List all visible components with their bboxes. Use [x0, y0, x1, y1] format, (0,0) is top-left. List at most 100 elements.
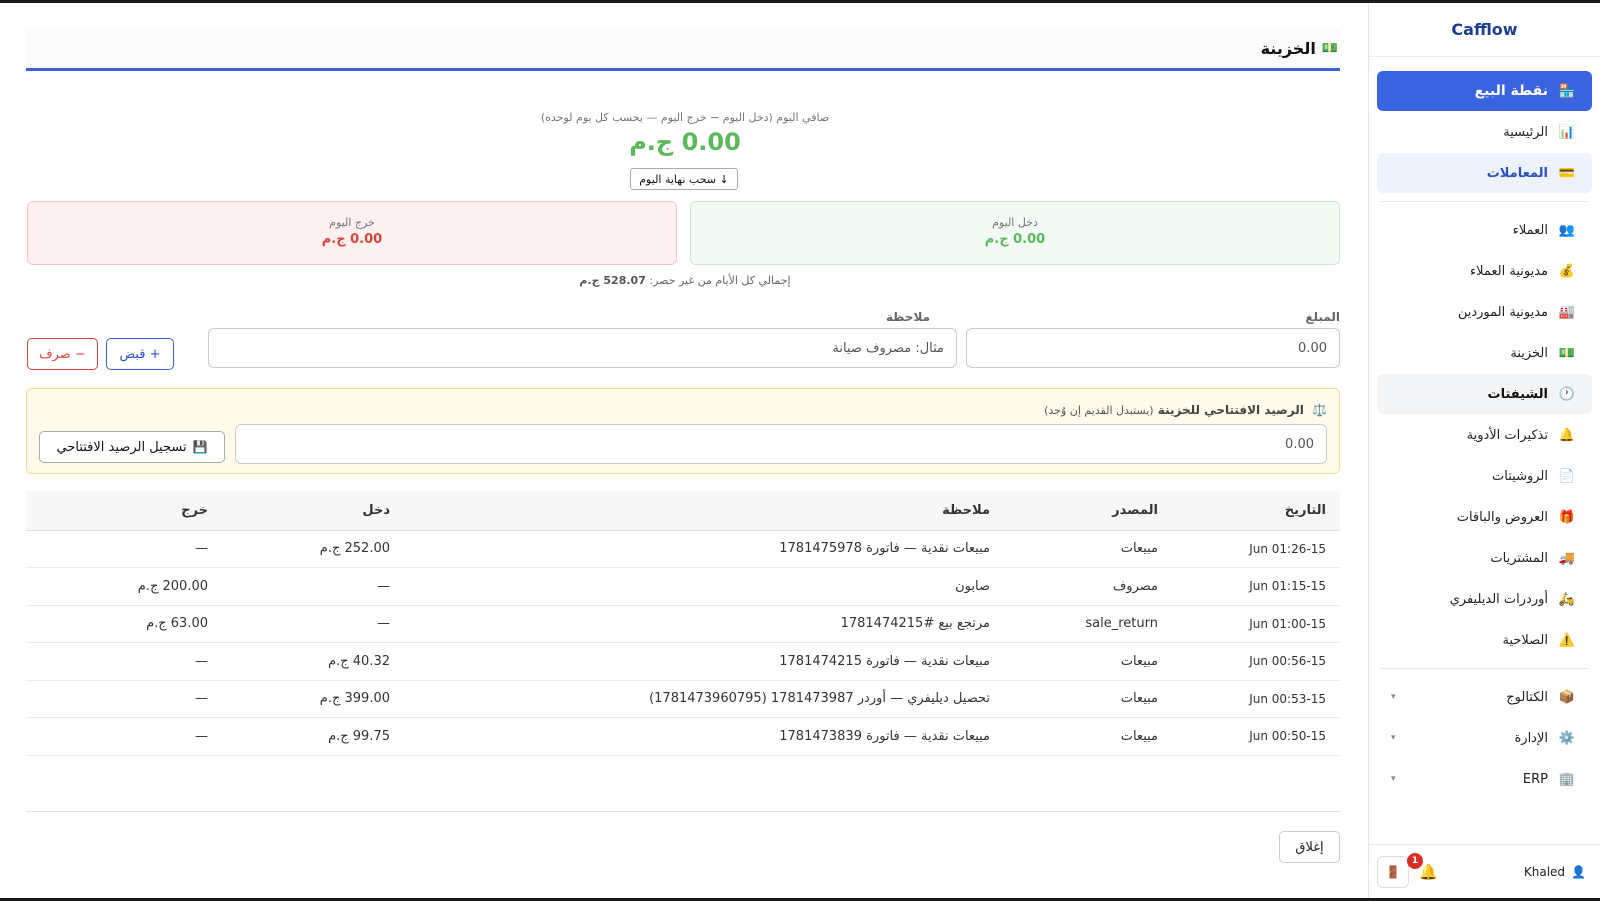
sidebar-item-label: مديونية الموردين: [1457, 304, 1548, 320]
sidebar-item-label: الصلاحية: [1502, 632, 1548, 648]
cell-date: 15-Jun 00:56: [1170, 642, 1340, 681]
clock-icon: 🕐: [1558, 386, 1576, 402]
sidebar-item-label: المشتريات: [1490, 550, 1548, 566]
sidebar-item-label: أوردرات الديليفري: [1449, 591, 1548, 607]
sidebar-group-catalog[interactable]: 📦 الكتالوج ▾: [1377, 677, 1592, 717]
sidebar-item-treasury[interactable]: 💵 الخزينة: [1377, 333, 1592, 373]
users-icon: 👥: [1558, 222, 1576, 238]
sidebar-group-erp[interactable]: 🏢 ERP ▾: [1377, 759, 1592, 799]
cell-note: مرتجع بيع #1781474215: [400, 605, 1000, 643]
column-header-expense[interactable]: خرج: [26, 491, 218, 531]
cell-expense: —: [26, 530, 218, 568]
net-today-label: صافي اليوم (دخل اليوم − خرج اليوم — يحسب…: [540, 111, 830, 124]
cell-income: 399.00 ج.م: [218, 680, 400, 718]
warning-icon: ⚠️: [1558, 632, 1576, 648]
sidebar-item-customers[interactable]: 👥 العملاء: [1377, 210, 1592, 250]
table-row[interactable]: 15-Jun 00:56 مبيعات مبيعات نقدية — فاتور…: [26, 642, 1340, 681]
note-input[interactable]: مثال: مصروف صيانة: [208, 328, 957, 368]
close-button[interactable]: إغلاق: [1279, 831, 1340, 863]
opening-balance-title: ⚖️ الرصيد الافتتاحي للخزينة (يستبدل القد…: [1044, 403, 1327, 417]
sidebar-group-admin[interactable]: ⚙️ الإدارة ▾: [1377, 718, 1592, 758]
gear-icon: ⚙️: [1558, 730, 1576, 746]
receive-button[interactable]: + قبض: [106, 338, 174, 370]
divider: [1381, 668, 1588, 669]
table-row[interactable]: 15-Jun 01:00 sale_return مرتجع بيع #1781…: [26, 605, 1340, 643]
column-header-source[interactable]: المصدر: [1000, 491, 1170, 531]
cell-expense: 63.00 ج.م: [26, 605, 218, 643]
save-opening-balance-button[interactable]: 💾 تسجيل الرصيد الافتتاحي: [39, 431, 225, 463]
treasury-panel: 💵 الخزينة صافي اليوم (دخل اليوم − خرج ال…: [0, 3, 1368, 898]
cell-note: مبيعات نقدية — فاتورة 1781474215: [400, 642, 1000, 681]
table-row[interactable]: 15-Jun 01:26 مبيعات مبيعات نقدية — فاتور…: [26, 530, 1340, 568]
sidebar-group-label: ERP: [1522, 771, 1548, 787]
cell-source: مبيعات: [1000, 680, 1170, 718]
sidebar-group-label: الإدارة: [1514, 730, 1548, 746]
sidebar-item-home[interactable]: 📊 الرئيسية: [1377, 112, 1592, 152]
gift-icon: 🎁: [1558, 509, 1576, 525]
table-row[interactable]: 15-Jun 01:15 مصروف صابون — 200.00 ج.م: [26, 567, 1340, 606]
app-window: Cafflow 🏪 نقطة البيع 📊 الرئيسية 💳 المعام…: [0, 3, 1600, 898]
sidebar-item-prescriptions[interactable]: 📄 الروشيتات: [1377, 456, 1592, 496]
amount-input[interactable]: 0.00: [966, 328, 1340, 368]
ledger-table: التاريخ المصدر ملاحظة دخل خرج 15-Jun 01:…: [26, 491, 1340, 756]
sidebar-item-expiry[interactable]: ⚠️ الصلاحية: [1377, 620, 1592, 660]
sidebar-footer: 👤 Khaled 🚪 🔔 1: [1369, 844, 1600, 898]
sidebar: Cafflow 🏪 نقطة البيع 📊 الرئيسية 💳 المعام…: [1368, 3, 1600, 898]
cell-expense: 200.00 ج.م: [26, 567, 218, 606]
amount-label: المبلغ: [1305, 310, 1340, 324]
truck-icon: 🚚: [1558, 550, 1576, 566]
sidebar-item-label: تذكيرات الأدوية: [1466, 427, 1548, 443]
sidebar-item-label: المعاملات: [1486, 165, 1548, 181]
sidebar-group-label: الكتالوج: [1506, 689, 1548, 705]
chevron-down-icon: ▾: [1391, 733, 1396, 743]
expense-today-value: 0.00 ج.م: [321, 232, 383, 247]
notification-badge: 1: [1407, 852, 1423, 869]
sidebar-item-delivery-orders[interactable]: 🛵 أوردرات الديليفري: [1377, 579, 1592, 619]
cell-income: 99.75 ج.م: [218, 717, 400, 756]
spend-button[interactable]: − صرف: [27, 338, 98, 370]
user-icon: 👤: [1571, 864, 1586, 879]
cell-date: 15-Jun 00:50: [1170, 717, 1340, 756]
card-icon: 💳: [1558, 165, 1576, 181]
sidebar-item-label: العروض والباقات: [1456, 509, 1548, 525]
box-icon: 📦: [1558, 689, 1576, 705]
table-row[interactable]: 15-Jun 00:50 مبيعات مبيعات نقدية — فاتور…: [26, 717, 1340, 756]
cell-expense: —: [26, 680, 218, 718]
building-icon: 🏢: [1558, 771, 1576, 787]
chevron-down-icon: ▾: [1391, 774, 1396, 784]
cell-income: —: [218, 605, 400, 643]
chart-icon: 📊: [1558, 124, 1576, 140]
cell-note: مبيعات نقدية — فاتورة 1781473839: [400, 717, 1000, 756]
user-profile[interactable]: 👤 Khaled: [1524, 865, 1586, 879]
opening-balance-subtitle: (يستبدل القديم إن وُجد): [1044, 404, 1154, 417]
cell-source: مبيعات: [1000, 642, 1170, 681]
cell-income: 252.00 ج.م: [218, 530, 400, 568]
sidebar-item-shifts[interactable]: 🕐 الشيفتات: [1377, 374, 1592, 414]
sidebar-item-offers[interactable]: 🎁 العروض والباقات: [1377, 497, 1592, 537]
opening-balance-input[interactable]: 0.00: [235, 424, 1327, 464]
cell-source: مبيعات: [1000, 530, 1170, 568]
sidebar-item-label: الروشيتات: [1492, 468, 1548, 484]
cell-expense: —: [26, 642, 218, 681]
save-icon: 💾: [192, 440, 208, 454]
save-opening-balance-label: تسجيل الرصيد الافتتاحي: [56, 439, 187, 455]
brand-logo[interactable]: Cafflow: [1369, 3, 1600, 57]
net-today-value: 0.00 ج.م: [629, 128, 741, 156]
logout-button[interactable]: 🚪: [1377, 855, 1409, 888]
cell-income: 40.32 ج.م: [218, 642, 400, 681]
column-header-date[interactable]: التاريخ: [1170, 491, 1340, 531]
sidebar-item-transactions[interactable]: 💳 المعاملات: [1377, 153, 1592, 193]
sidebar-item-customer-debts[interactable]: 💰 مديونية العملاء: [1377, 251, 1592, 291]
sidebar-item-label: الخزينة: [1510, 345, 1548, 361]
table-row[interactable]: 15-Jun 00:53 مبيعات تحصيل ديليفري — أورد…: [26, 680, 1340, 718]
sidebar-item-pos[interactable]: 🏪 نقطة البيع: [1377, 71, 1592, 111]
cell-source: مصروف: [1000, 567, 1170, 606]
sidebar-item-supplier-debts[interactable]: 🏭 مديونية الموردين: [1377, 292, 1592, 332]
sidebar-item-purchases[interactable]: 🚚 المشتريات: [1377, 538, 1592, 578]
notifications-button[interactable]: 🔔 1: [1407, 852, 1438, 881]
end-of-day-withdraw-button[interactable]: ↓ سحب نهاية اليوم: [630, 168, 738, 190]
factory-icon: 🏭: [1558, 304, 1576, 320]
sidebar-item-medicine-reminders[interactable]: 🔔 تذكيرات الأدوية: [1377, 415, 1592, 455]
column-header-note[interactable]: ملاحظة: [400, 491, 1000, 531]
column-header-income[interactable]: دخل: [218, 491, 400, 531]
